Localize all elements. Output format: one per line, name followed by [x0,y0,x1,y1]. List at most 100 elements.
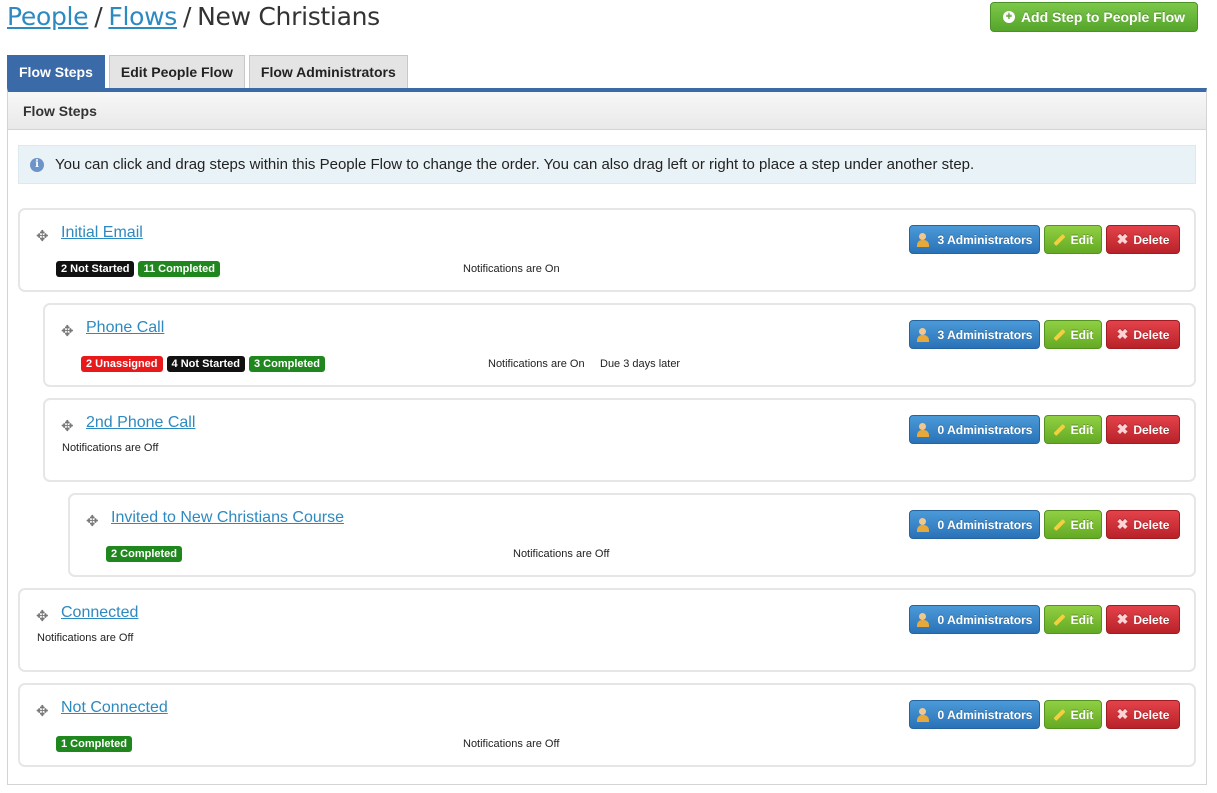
delete-button[interactable]: ✖ Delete [1106,320,1180,349]
close-icon: ✖ [1116,611,1129,627]
people-icon [916,707,933,722]
flow-steps-panel: Flow Steps i You can click and drag step… [7,88,1207,785]
breadcrumb-people-link[interactable]: People [7,2,89,31]
edit-label: Edit [1070,422,1094,437]
info-text: You can click and drag steps within this… [55,156,975,173]
flow-step[interactable]: ✥ 2nd Phone Call Notifications are Off 0… [43,398,1196,482]
administrators-button[interactable]: 3 Administrators [909,320,1040,349]
edit-button[interactable]: Edit [1044,510,1102,539]
close-icon: ✖ [1116,231,1129,247]
administrators-button[interactable]: 0 Administrators [909,700,1040,729]
edit-button[interactable]: Edit [1044,605,1102,634]
step-title-link[interactable]: 2nd Phone Call [86,414,195,432]
people-icon [916,517,933,532]
drag-handle-icon[interactable]: ✥ [36,227,49,245]
breadcrumb-flows-link[interactable]: Flows [108,2,177,31]
tab-bar: Flow Steps Edit People Flow Flow Adminis… [7,55,408,88]
pencil-icon [1053,233,1066,246]
notification-status: Notifications are Off [513,548,610,560]
drag-handle-icon[interactable]: ✥ [36,702,49,720]
flow-step[interactable]: ✥ Connected Notifications are Off 0 Admi… [18,588,1196,672]
drag-handle-icon[interactable]: ✥ [86,512,99,530]
breadcrumb-separator: / [94,2,103,31]
drag-handle-icon[interactable]: ✥ [61,322,74,340]
step-title-link[interactable]: Phone Call [86,319,164,337]
close-icon: ✖ [1116,326,1129,342]
step-actions: 3 Administrators Edit ✖ Delete [909,320,1180,349]
pencil-icon [1053,518,1066,531]
status-badges: 2 Completed [106,546,183,562]
delete-label: Delete [1133,517,1170,532]
status-badge: 2 Not Started [56,261,135,277]
administrators-label: 3 Administrators [937,327,1033,342]
drag-handle-icon[interactable]: ✥ [61,417,74,435]
close-icon: ✖ [1116,516,1129,532]
page-title: New Christians [197,2,380,31]
step-actions: 3 Administrators Edit ✖ Delete [909,225,1180,254]
administrators-label: 0 Administrators [937,707,1033,722]
close-icon: ✖ [1116,706,1129,722]
administrators-button[interactable]: 0 Administrators [909,510,1040,539]
delete-button[interactable]: ✖ Delete [1106,700,1180,729]
step-title-link[interactable]: Not Connected [61,699,168,717]
edit-button[interactable]: Edit [1044,700,1102,729]
notification-status: Notifications are Off [463,738,560,750]
status-badges: 1 Completed [56,736,133,752]
info-message: i You can click and drag steps within th… [18,145,1196,184]
administrators-button[interactable]: 3 Administrators [909,225,1040,254]
add-step-button[interactable]: + Add Step to People Flow [990,2,1198,32]
people-icon [916,327,933,342]
administrators-button[interactable]: 0 Administrators [909,605,1040,634]
delete-label: Delete [1133,707,1170,722]
drag-handle-icon[interactable]: ✥ [36,607,49,625]
delete-button[interactable]: ✖ Delete [1106,225,1180,254]
edit-button[interactable]: Edit [1044,320,1102,349]
tab-edit-people-flow[interactable]: Edit People Flow [108,55,245,88]
step-title-link[interactable]: Connected [61,604,138,622]
status-badge: 2 Completed [106,546,183,562]
administrators-label: 0 Administrators [937,517,1033,532]
page-header: People / Flows / New Christians + Add Step t… [7,0,1207,36]
people-icon [916,422,933,437]
edit-label: Edit [1070,327,1094,342]
delete-label: Delete [1133,327,1170,342]
flow-step[interactable]: ✥ Initial Email 2 Not Started 11 Complete… [18,208,1196,292]
step-actions: 0 Administrators Edit ✖ Delete [909,700,1180,729]
step-actions: 0 Administrators Edit ✖ Delete [909,510,1180,539]
delete-button[interactable]: ✖ Delete [1106,415,1180,444]
flow-step[interactable]: ✥ Invited to New Christians Course 2 Com… [68,493,1196,577]
notification-status: Notifications are Off [37,632,134,644]
pencil-icon [1053,423,1066,436]
due-text: Due 3 days later [600,358,681,370]
status-badge: 11 Completed [138,261,220,277]
delete-button[interactable]: ✖ Delete [1106,510,1180,539]
step-title-link[interactable]: Initial Email [61,224,143,242]
status-badge: 4 Not Started [166,356,245,372]
flow-step[interactable]: ✥ Phone Call 2 Unassigned 4 Not Started 3 … [43,303,1196,387]
tab-flow-steps[interactable]: Flow Steps [7,55,105,88]
pencil-icon [1053,708,1066,721]
edit-label: Edit [1070,232,1094,247]
administrators-button[interactable]: 0 Administrators [909,415,1040,444]
pencil-icon [1053,328,1066,341]
step-actions: 0 Administrators Edit ✖ Delete [909,415,1180,444]
people-icon [916,232,933,247]
panel-title: Flow Steps [8,92,1206,130]
flow-step[interactable]: ✥ Not Connected 1 Completed Notification… [18,683,1196,767]
edit-button[interactable]: Edit [1044,225,1102,254]
status-badge: 1 Completed [56,736,133,752]
breadcrumb: People / Flows / New Christians [7,2,380,31]
tab-flow-administrators[interactable]: Flow Administrators [248,55,408,88]
step-title-link[interactable]: Invited to New Christians Course [111,509,344,527]
delete-label: Delete [1133,422,1170,437]
status-badge: 3 Completed [249,356,326,372]
delete-button[interactable]: ✖ Delete [1106,605,1180,634]
edit-button[interactable]: Edit [1044,415,1102,444]
add-step-label: Add Step to People Flow [1020,9,1186,25]
pencil-icon [1053,613,1066,626]
edit-label: Edit [1070,517,1094,532]
close-icon: ✖ [1116,421,1129,437]
edit-label: Edit [1070,707,1094,722]
step-actions: 0 Administrators Edit ✖ Delete [909,605,1180,634]
edit-label: Edit [1070,612,1094,627]
